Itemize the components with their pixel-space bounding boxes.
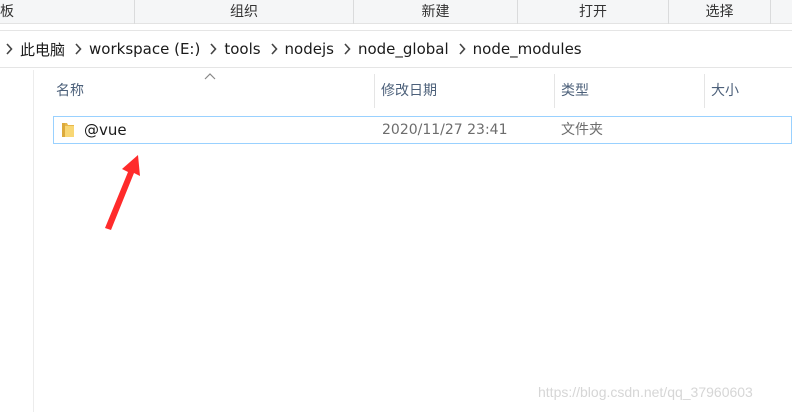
ribbon-group-open[interactable]: 打开 — [517, 0, 668, 24]
chevron-right-icon[interactable] — [455, 39, 469, 59]
ribbon-group-label: 新建 — [421, 4, 450, 20]
table-row[interactable]: @vue 2020/11/27 23:41 文件夹 — [53, 116, 792, 144]
column-header-modified[interactable]: 修改日期 — [375, 74, 555, 108]
ribbon-group-organize[interactable]: 组织 — [134, 0, 353, 24]
breadcrumb-tools[interactable]: tools — [220, 40, 266, 58]
chevron-right-icon[interactable] — [340, 39, 354, 59]
folder-icon — [62, 123, 74, 137]
column-header-type[interactable]: 类型 — [555, 74, 705, 108]
ribbon-group-labels: 板 组织 新建 打开 选择 — [0, 0, 792, 24]
watermark: https://blog.csdn.net/qq_37960603 — [538, 384, 753, 400]
breadcrumb-workspace[interactable]: workspace (E:) — [85, 40, 206, 58]
file-type: 文件夹 — [561, 122, 603, 138]
ribbon-group-label: 组织 — [230, 4, 258, 20]
file-modified-date: 2020/11/27 23:41 — [382, 122, 508, 138]
column-header-size[interactable]: 大小 — [705, 74, 792, 108]
chevron-right-icon[interactable] — [71, 39, 85, 59]
breadcrumb-node-modules[interactable]: node_modules — [469, 40, 588, 58]
ribbon-group-label: 选择 — [705, 4, 734, 20]
chevron-right-icon[interactable] — [206, 39, 220, 59]
chevron-right-icon[interactable] — [2, 39, 16, 59]
breadcrumb-this-pc[interactable]: 此电脑 — [16, 39, 71, 60]
ribbon-group-select[interactable]: 选择 — [668, 0, 770, 24]
ribbon-group-clipboard[interactable]: 板 — [0, 0, 134, 24]
ribbon-group-new[interactable]: 新建 — [353, 0, 517, 24]
breadcrumb-nodejs[interactable]: nodejs — [281, 40, 340, 58]
file-name[interactable]: @vue — [84, 117, 127, 143]
ribbon-group-label: 板 — [0, 4, 14, 20]
ribbon-group-label: 打开 — [579, 4, 607, 20]
navigation-pane[interactable] — [0, 70, 34, 412]
chevron-right-icon[interactable] — [267, 39, 281, 59]
column-header-name[interactable]: 名称 — [50, 74, 375, 108]
breadcrumb-node-global[interactable]: node_global — [354, 40, 455, 58]
ribbon-group-overflow — [770, 0, 792, 24]
address-bar[interactable]: 此电脑 workspace (E:) tools nodejs node_glo… — [0, 30, 792, 68]
